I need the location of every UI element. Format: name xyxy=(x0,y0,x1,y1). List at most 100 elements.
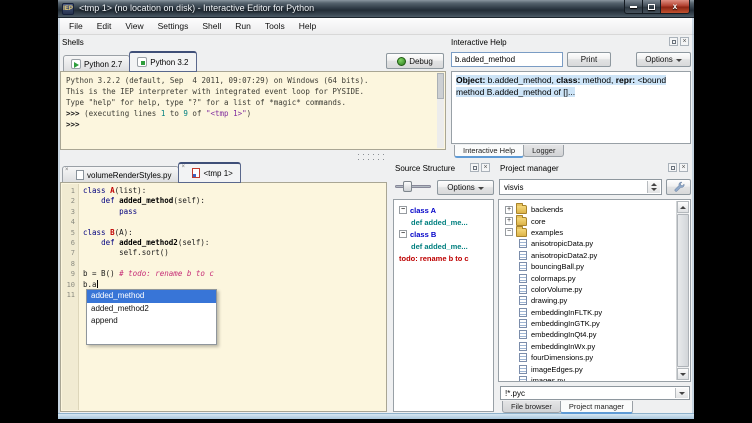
minimize-button[interactable] xyxy=(624,0,643,14)
tree-row[interactable]: embeddingInWx.py xyxy=(501,341,688,352)
structure-item[interactable]: class B xyxy=(396,228,491,240)
menu-item-help[interactable]: Help xyxy=(292,19,323,33)
structure-item[interactable]: class A xyxy=(396,204,491,216)
splitter-handle[interactable] xyxy=(356,153,388,156)
shell-tab[interactable]: Python 2.7 xyxy=(63,55,130,72)
shell-line: >>> (executing lines 1 to 9 of "<tmp 1>"… xyxy=(66,108,435,119)
structure-item[interactable]: def added_me... xyxy=(396,216,491,228)
expander-icon[interactable] xyxy=(505,228,513,236)
editor-tab-label: volumeRenderStyles.py xyxy=(87,171,171,180)
menu-item-run[interactable]: Run xyxy=(228,19,258,33)
panel-close-icon[interactable] xyxy=(679,163,688,172)
tree-item-label: fourDimensions.py xyxy=(531,353,593,362)
menu-item-shell[interactable]: Shell xyxy=(195,19,228,33)
float-icon[interactable] xyxy=(668,163,677,172)
folder-icon xyxy=(516,205,527,214)
tree-row[interactable]: colorVolume.py xyxy=(501,284,688,295)
scroll-up-button[interactable] xyxy=(677,201,689,213)
menu-item-file[interactable]: File xyxy=(62,19,90,33)
project-manager-panel-title: Project manager xyxy=(500,164,559,173)
tree-row[interactable]: anisotropicData.py xyxy=(501,238,688,249)
help-tab[interactable]: Logger xyxy=(523,145,564,157)
tree-item-label: anisotropicData2.py xyxy=(531,251,597,260)
structure-item[interactable]: todo: rename b to c xyxy=(396,252,491,264)
splitter-handle[interactable] xyxy=(356,158,388,161)
debug-button[interactable]: Debug xyxy=(386,53,444,69)
combo-spinner[interactable] xyxy=(647,181,660,193)
tree-row[interactable]: imageEdges.py xyxy=(501,363,688,374)
file-icon xyxy=(76,170,84,180)
editor-tab[interactable]: × volumeRenderStyles.py xyxy=(62,166,179,183)
expander-icon[interactable] xyxy=(399,230,407,238)
tree-row[interactable]: fourDimensions.py xyxy=(501,352,688,363)
tree-row[interactable]: backends xyxy=(501,204,688,215)
tree-item-label: embeddingInQt4.py xyxy=(531,330,596,339)
title-bar[interactable]: IEP <tmp 1> (no location on disk) - Inte… xyxy=(58,0,694,18)
tree-row[interactable]: drawing.py xyxy=(501,295,688,306)
tree-row[interactable]: embeddingInGTK.py xyxy=(501,318,688,329)
project-select-combo[interactable]: visvis xyxy=(499,179,662,195)
tree-row[interactable]: bouncingBall.py xyxy=(501,261,688,272)
code-line: 9b = B() # todo: rename b to c xyxy=(62,269,385,279)
line-number: 8 xyxy=(62,259,79,269)
project-config-button[interactable] xyxy=(666,179,691,195)
slider-handle[interactable] xyxy=(403,181,412,192)
shell-scrollbar[interactable] xyxy=(437,73,444,148)
menu-item-settings[interactable]: Settings xyxy=(151,19,196,33)
structure-item[interactable]: def added_me... xyxy=(396,240,491,252)
project-file-tree: backendscoreexamplesanisotropicData.py an… xyxy=(498,199,691,382)
line-number: 1 xyxy=(62,186,79,196)
help-query-input[interactable] xyxy=(451,52,563,67)
tree-row[interactable]: anisotropicData2.py xyxy=(501,250,688,261)
float-icon[interactable] xyxy=(470,163,479,172)
help-tab-bar: Interactive HelpLogger xyxy=(454,145,563,159)
tree-row[interactable]: embeddingInFLTK.py xyxy=(501,307,688,318)
close-button[interactable]: x xyxy=(660,0,690,14)
structure-depth-slider[interactable] xyxy=(395,180,431,194)
menu-item-tools[interactable]: Tools xyxy=(258,19,292,33)
shells-panel-title: Shells xyxy=(62,38,84,47)
combo-dropdown-button[interactable] xyxy=(675,388,688,398)
tree-row[interactable]: images.py xyxy=(501,375,688,382)
structure-item-label: def added_me... xyxy=(411,242,468,251)
shell-output-area[interactable]: Python 3.2.2 (default, Sep 4 2011, 09:07… xyxy=(60,71,446,150)
autocomplete-item[interactable]: append xyxy=(87,315,216,328)
scroll-down-button[interactable] xyxy=(677,368,689,380)
menu-item-view[interactable]: View xyxy=(118,19,150,33)
chevron-down-icon xyxy=(676,55,682,64)
tree-row[interactable]: embeddingInQt4.py xyxy=(501,329,688,340)
maximize-button[interactable] xyxy=(642,0,661,14)
project-tree-scrollbar[interactable] xyxy=(676,201,689,380)
tab-close-icon[interactable]: × xyxy=(65,167,69,173)
minimize-icon xyxy=(630,6,637,8)
tree-item-label: drawing.py xyxy=(531,296,567,305)
float-icon[interactable] xyxy=(669,37,678,46)
tree-row[interactable]: core xyxy=(501,215,688,226)
panel-close-icon[interactable] xyxy=(481,163,490,172)
shell-tab[interactable]: Python 3.2 xyxy=(129,51,196,72)
expander-icon[interactable] xyxy=(399,206,407,214)
tree-row[interactable]: examples xyxy=(501,227,688,238)
autocomplete-item[interactable]: added_method2 xyxy=(87,303,216,316)
structure-options-button[interactable]: Options xyxy=(437,180,494,195)
print-button[interactable]: Print xyxy=(567,52,611,67)
autocomplete-item[interactable]: added_method xyxy=(87,290,216,303)
menu-item-edit[interactable]: Edit xyxy=(90,19,119,33)
editor-tab[interactable]: ×<tmp 1> xyxy=(178,162,240,183)
file-icon xyxy=(519,296,527,305)
file-filter-combo[interactable]: !*.pyc xyxy=(500,386,690,400)
file-icon xyxy=(519,262,527,271)
expander-icon[interactable] xyxy=(505,217,513,225)
scrollbar-thumb[interactable] xyxy=(677,214,689,367)
tab-close-icon[interactable]: × xyxy=(181,164,185,170)
tool-tab[interactable]: Project manager xyxy=(560,401,633,414)
help-content-area[interactable]: Object: b.added_method, class: method, r… xyxy=(451,71,691,144)
help-options-button[interactable]: Options xyxy=(636,52,691,67)
panel-close-icon[interactable] xyxy=(680,37,689,46)
help-panel-title: Interactive Help xyxy=(451,38,507,47)
tree-row[interactable]: colormaps.py xyxy=(501,272,688,283)
expander-icon[interactable] xyxy=(505,206,513,214)
tool-tab[interactable]: File browser xyxy=(502,401,561,413)
help-tab[interactable]: Interactive Help xyxy=(454,145,524,158)
code-line: 1class A(list): xyxy=(62,186,385,196)
